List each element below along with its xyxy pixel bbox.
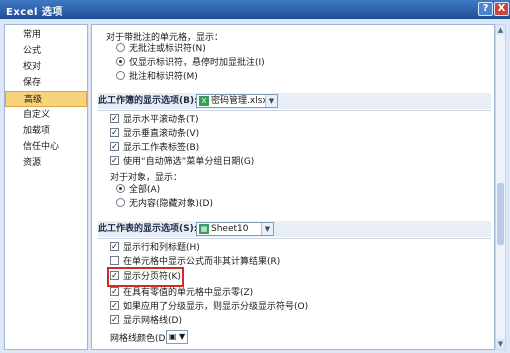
scroll-down-arrow-icon[interactable]: ▼ <box>496 339 505 349</box>
show-zero-values-checkbox[interactable]: ✓ 在具有零值的单元格中显示零(Z) <box>110 286 253 300</box>
gridline-color-label: 网格线颜色(D) <box>110 334 169 344</box>
checkbox-icon: ✓ <box>110 156 119 165</box>
radio-icon <box>116 198 125 207</box>
radio-icon <box>116 71 125 80</box>
excel-options-window: Excel 选项 ? X 常用 公式 校对 保存 高级 自定义 加载项 信任中心… <box>0 0 510 353</box>
show-row-column-headers-checkbox[interactable]: ✓ 显示行和列标题(H) <box>110 241 200 255</box>
options-panel: 对于带批注的单元格，显示： 无批注或标识符(N) 仅显示标识符，悬停时加显批注(… <box>91 24 495 350</box>
sheet-icon: ▦ <box>199 223 209 234</box>
sidebar-item-proofing[interactable]: 校对 <box>5 59 87 75</box>
checkbox-icon <box>110 256 119 265</box>
workbook-select[interactable]: X 密码管理.xlsx ▼ <box>196 94 278 108</box>
workbook-display-options-heading: 此工作簿的显示选项(B): <box>98 93 491 109</box>
checkbox-icon: ✓ <box>110 128 119 137</box>
sidebar-item-add-ins[interactable]: 加载项 <box>5 123 87 139</box>
vertical-scrollbar[interactable]: ▲ ▼ <box>495 24 506 350</box>
worksheet-display-options-heading: 此工作表的显示选项(S): <box>98 221 491 237</box>
sidebar-item-trust-center[interactable]: 信任中心 <box>5 139 87 155</box>
show-page-breaks-checkbox[interactable]: ✓ 显示分页符(K) <box>107 267 184 287</box>
show-sheet-tabs-checkbox[interactable]: ✓ 显示工作表标签(B) <box>110 141 199 155</box>
show-vertical-scrollbar-checkbox[interactable]: ✓ 显示垂直滚动条(V) <box>110 127 199 141</box>
checkbox-icon: ✓ <box>110 142 119 151</box>
section-divider <box>98 110 491 111</box>
scroll-thumb[interactable] <box>497 183 504 245</box>
help-button[interactable]: ? <box>478 2 493 16</box>
checkbox-icon: ✓ <box>110 287 119 296</box>
checkbox-icon: ✓ <box>110 315 119 324</box>
sidebar-item-save[interactable]: 保存 <box>5 75 87 91</box>
close-button[interactable]: X <box>494 2 509 16</box>
objects-all-radio[interactable]: 全部(A) <box>116 183 160 197</box>
checkbox-icon: ✓ <box>110 114 119 123</box>
objects-hidden-radio[interactable]: 无内容(隐藏对象)(D) <box>116 197 213 211</box>
scroll-up-arrow-icon[interactable]: ▲ <box>496 25 505 35</box>
radio-selected-icon <box>116 184 125 193</box>
section-divider <box>98 238 491 239</box>
sidebar-item-resources[interactable]: 资源 <box>5 155 87 171</box>
gridline-color-button[interactable]: ▣ ▼ <box>166 330 188 344</box>
group-dates-autofilter-checkbox[interactable]: ✓ 使用“自动筛选”菜单分组日期(G) <box>110 155 254 169</box>
comments-all-radio[interactable]: 批注和标识符(M) <box>116 70 198 84</box>
comments-indicator-radio[interactable]: 仅显示标识符，悬停时加显批注(I) <box>116 56 265 70</box>
checkbox-icon: ✓ <box>110 271 119 280</box>
show-formulas-checkbox[interactable]: 在单元格中显示公式而非其计算结果(R) <box>110 255 280 269</box>
sidebar-item-customize[interactable]: 自定义 <box>5 107 87 123</box>
show-horizontal-scrollbar-checkbox[interactable]: ✓ 显示水平滚动条(T) <box>110 113 199 127</box>
worksheet-select[interactable]: ▦ Sheet10 ▼ <box>196 222 274 236</box>
show-gridlines-checkbox[interactable]: ✓ 显示网格线(D) <box>110 314 182 328</box>
checkbox-icon: ✓ <box>110 242 119 251</box>
show-outline-symbols-checkbox[interactable]: ✓ 如果应用了分级显示，则显示分级显示符号(O) <box>110 300 308 314</box>
chevron-down-icon: ▼ <box>176 332 186 341</box>
chevron-down-icon: ▼ <box>265 95 277 107</box>
sidebar-item-formulas[interactable]: 公式 <box>5 43 87 59</box>
objects-label: 对于对象，显示： <box>110 173 183 183</box>
checkbox-icon: ✓ <box>110 301 119 310</box>
sidebar: 常用 公式 校对 保存 高级 自定义 加载项 信任中心 资源 <box>4 24 88 350</box>
radio-selected-icon <box>116 57 125 66</box>
window-title: Excel 选项 <box>6 7 63 18</box>
radio-icon <box>116 43 125 52</box>
sidebar-item-common[interactable]: 常用 <box>5 27 87 43</box>
comments-none-radio[interactable]: 无批注或标识符(N) <box>116 42 206 56</box>
chevron-down-icon: ▼ <box>261 223 273 235</box>
excel-file-icon: X <box>199 95 209 106</box>
sidebar-item-advanced[interactable]: 高级 <box>5 91 87 107</box>
title-bar: Excel 选项 ? X <box>0 0 510 19</box>
